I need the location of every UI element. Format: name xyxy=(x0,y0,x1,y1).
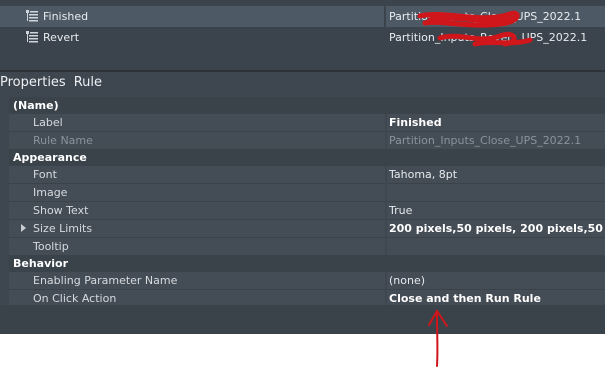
ilogic-form-editor: Finished Partition_Inputs_Close_UPS_2022… xyxy=(0,0,605,334)
tree-row-finished[interactable]: Finished Partition_Inputs_Close_UPS_2022… xyxy=(0,6,605,27)
category-appearance[interactable]: Appearance xyxy=(9,149,605,166)
property-value: Partition_Inputs_Close_UPS_2022.1 xyxy=(389,134,582,147)
rule-icon xyxy=(26,31,38,43)
property-row-image[interactable]: Image xyxy=(9,184,605,202)
property-name: Image xyxy=(33,186,68,199)
properties-subtitle: Rule xyxy=(73,75,103,90)
property-value: True xyxy=(389,204,413,217)
property-name: Font xyxy=(33,168,57,181)
properties-title: Properties xyxy=(0,75,66,90)
property-value: Tahoma, 8pt xyxy=(389,168,458,181)
property-name: Enabling Parameter Name xyxy=(33,274,178,287)
expand-arrow-icon[interactable] xyxy=(21,224,26,232)
property-grid: (Name) Label Finished Rule Name Partitio… xyxy=(9,97,605,308)
tree-name-cell[interactable]: Finished xyxy=(0,6,384,27)
property-row-show-text[interactable]: Show Text True xyxy=(9,202,605,220)
property-name: Label xyxy=(33,116,63,129)
description-area xyxy=(0,305,605,334)
property-row-rule-name[interactable]: Rule Name Partition_Inputs_Close_UPS_202… xyxy=(9,132,605,150)
rule-icon xyxy=(26,10,38,22)
property-name: Rule Name xyxy=(33,134,93,147)
tree-name-cell[interactable]: Revert xyxy=(0,27,384,48)
property-value: (none) xyxy=(389,274,426,287)
property-row-enabling-parameter[interactable]: Enabling Parameter Name (none) xyxy=(9,272,605,290)
tree-value-cell[interactable]: Partition_Inputs_Close_UPS_2022.1 xyxy=(386,6,605,27)
property-row-label[interactable]: Label Finished xyxy=(9,114,605,132)
property-value: 200 pixels,50 pixels, 200 pixels,50 pixe… xyxy=(389,222,605,235)
property-row-font[interactable]: Font Tahoma, 8pt xyxy=(9,166,605,184)
properties-header: Properties Rule xyxy=(0,75,110,90)
tree-row-label: Revert xyxy=(43,31,80,44)
property-value: Close and then Run Rule xyxy=(389,292,541,305)
form-tree: Finished Partition_Inputs_Close_UPS_2022… xyxy=(0,0,605,70)
tree-row-partial xyxy=(0,0,605,2)
tree-row-value: Partition_Inputs_Close_UPS_2022.1 xyxy=(389,10,582,23)
property-name: On Click Action xyxy=(33,292,117,305)
tree-value-cell[interactable]: Partition_Inputs_Revert_UPS_2022.1 xyxy=(386,27,605,48)
properties-panel: Properties Rule (Name) Label Finished Rul… xyxy=(0,72,605,334)
property-row-size-limits[interactable]: Size Limits 200 pixels,50 pixels, 200 pi… xyxy=(9,220,605,238)
property-row-tooltip[interactable]: Tooltip xyxy=(9,238,605,256)
tree-row-revert[interactable]: Revert Partition_Inputs_Revert_UPS_2022.… xyxy=(0,27,605,48)
tree-row-value: Partition_Inputs_Revert_UPS_2022.1 xyxy=(389,31,588,44)
category-behavior[interactable]: Behavior xyxy=(9,255,605,272)
property-name: Show Text xyxy=(33,204,89,217)
tree-row-label: Finished xyxy=(43,10,89,23)
category-name[interactable]: (Name) xyxy=(9,97,605,114)
property-name: Tooltip xyxy=(33,240,69,253)
property-value: Finished xyxy=(389,116,442,129)
property-name: Size Limits xyxy=(33,222,93,235)
